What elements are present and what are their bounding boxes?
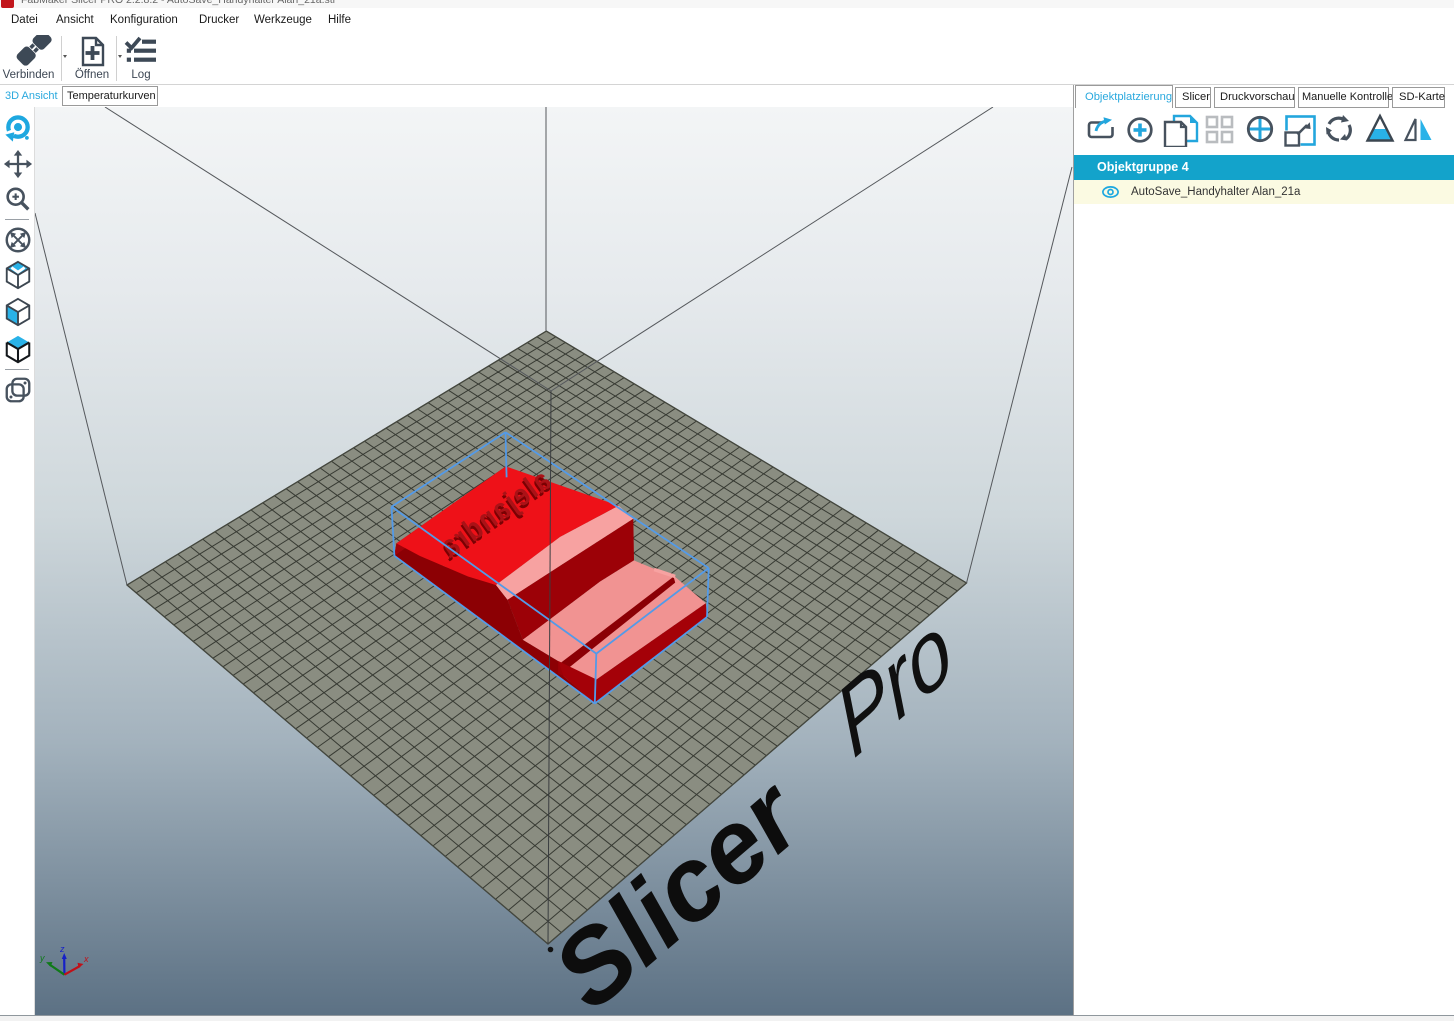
svg-text:z: z [59,944,65,954]
svg-text:x: x [83,954,89,964]
svg-text:y: y [39,953,45,963]
